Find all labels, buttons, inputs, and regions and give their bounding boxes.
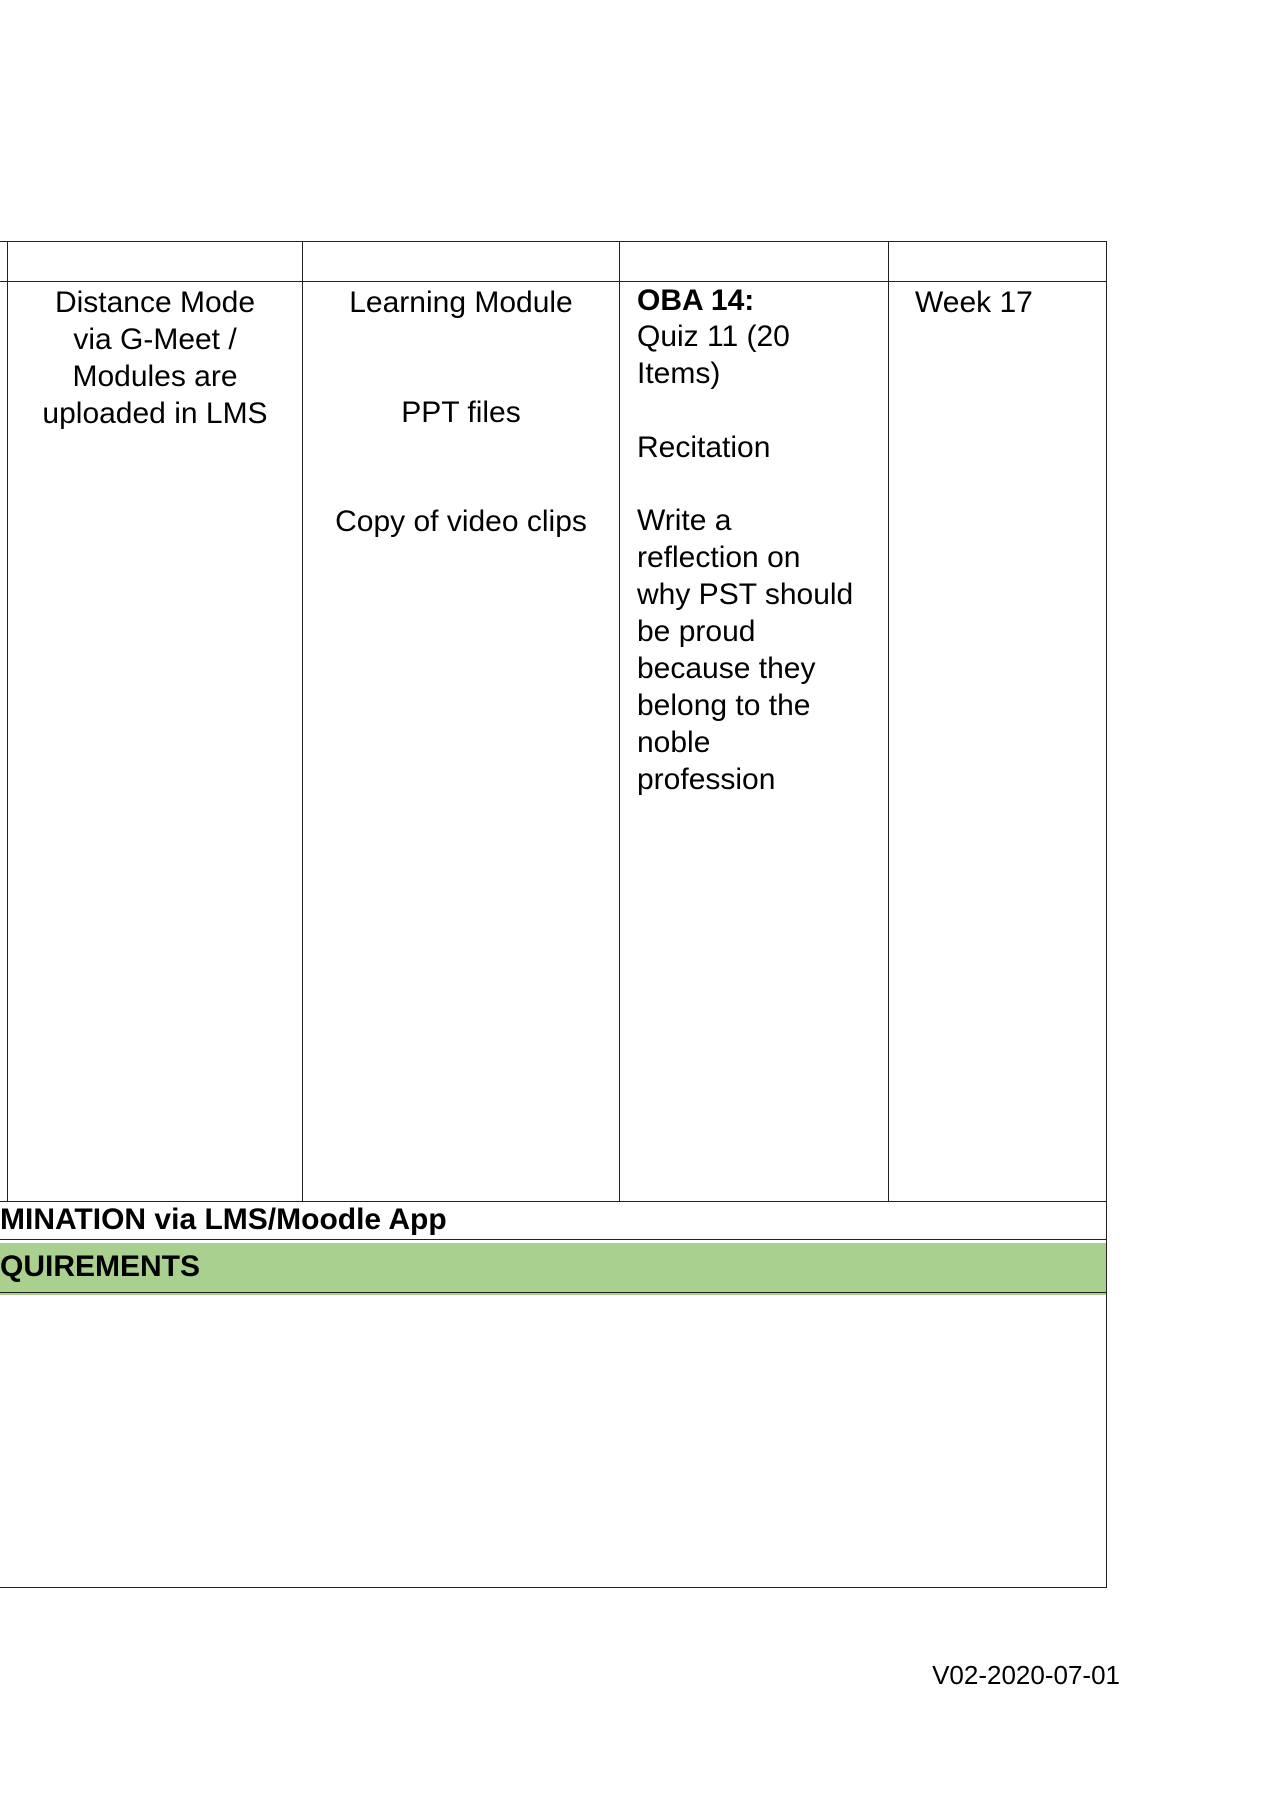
resource-learning-module: Learning Module xyxy=(349,286,573,319)
requirements-row-bottom-border xyxy=(0,1292,1107,1293)
table-bottom-border xyxy=(0,1587,1107,1588)
document-page: Distance Mode via G-Meet / Modules are u… xyxy=(0,0,1273,1800)
column-divider-1 xyxy=(302,241,303,1201)
assessment-quiz: Quiz 11 (20 Items) xyxy=(637,320,790,390)
delivery-mode-cell: Distance Mode via G-Meet / Modules are u… xyxy=(42,286,268,430)
column-divider-0 xyxy=(7,241,8,1201)
table-top-border xyxy=(0,241,1107,242)
exam-row-bottom-border xyxy=(0,1239,1107,1240)
requirements-row-label: QUIREMENTS xyxy=(0,1250,201,1283)
header-row-divider xyxy=(0,281,1107,282)
version-footer: V02-2020-07-01 xyxy=(932,1660,1120,1690)
resource-video-clips: Copy of video clips xyxy=(335,505,587,538)
column-divider-2 xyxy=(619,241,620,1201)
resource-ppt-files: PPT files xyxy=(401,396,521,429)
column-divider-3 xyxy=(888,241,889,1201)
assessment-reflection: Write a reflection on why PST should be … xyxy=(637,504,854,796)
table-grid xyxy=(0,0,1273,1800)
assessment-recitation: Recitation xyxy=(637,431,771,464)
schedule-week: Week 17 xyxy=(915,286,1033,319)
assessment-heading: OBA 14: xyxy=(637,284,755,317)
exam-row-label: MINATION via LMS/Moodle App xyxy=(0,1203,447,1236)
table-right-border xyxy=(1106,241,1107,1587)
